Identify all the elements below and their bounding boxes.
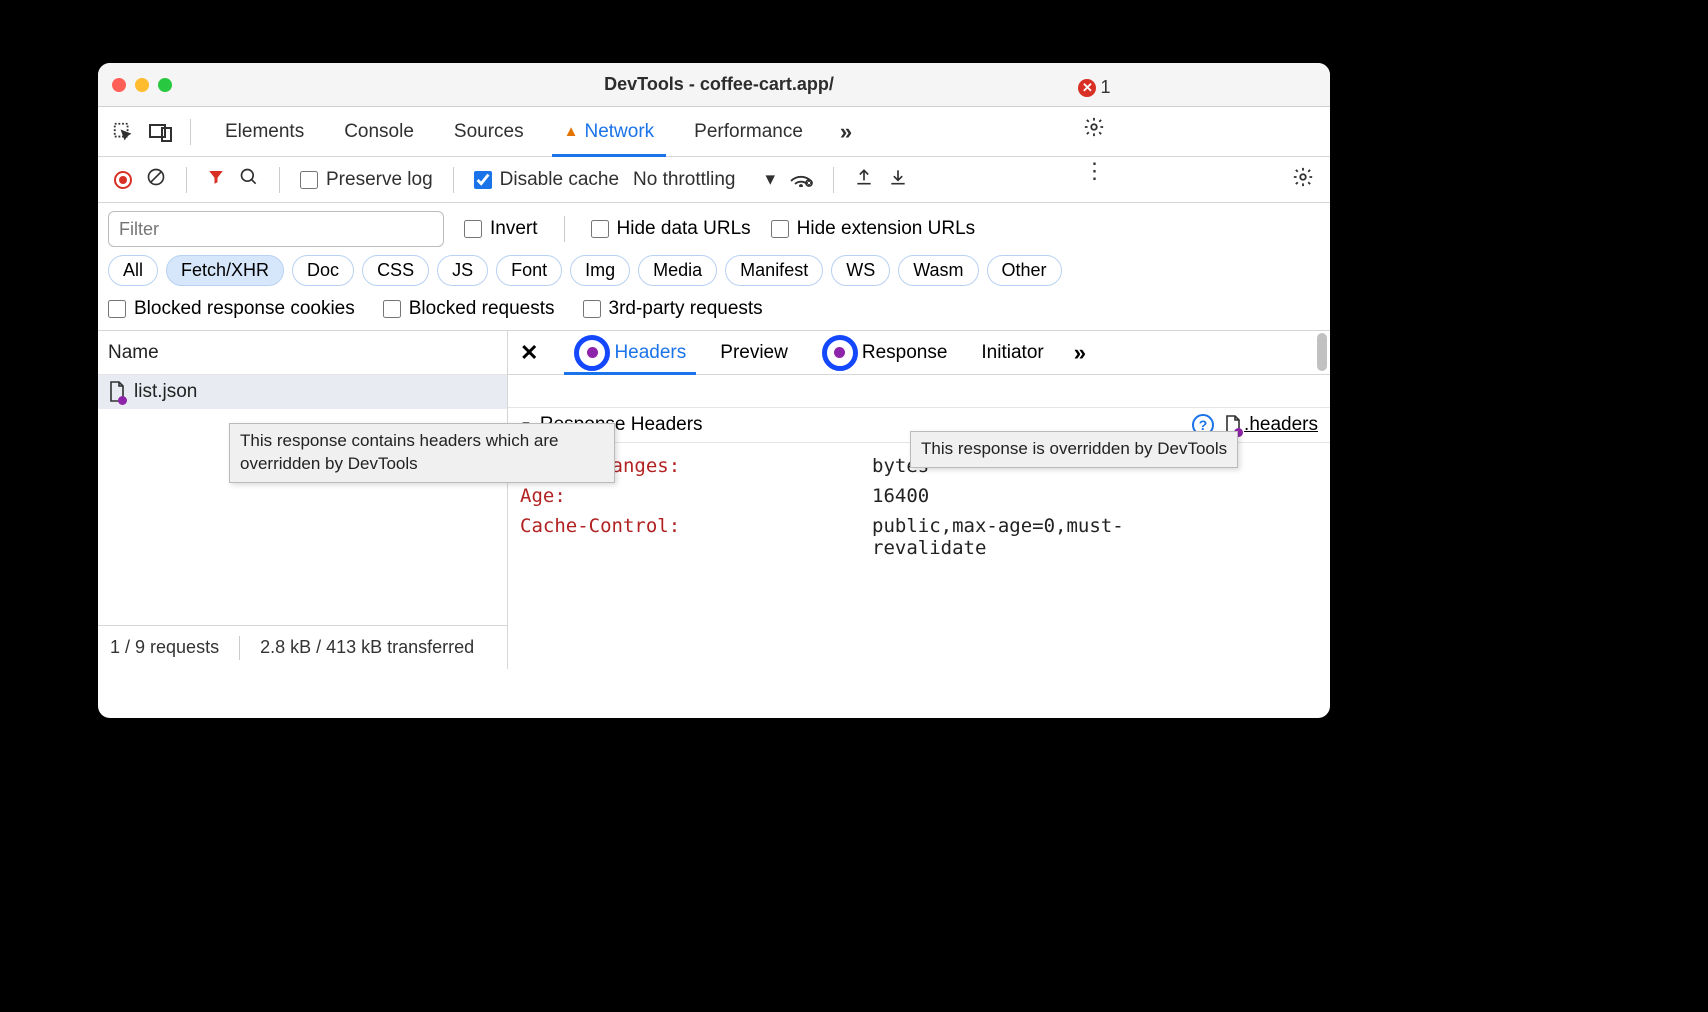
hide-extension-urls-checkbox[interactable]: Hide extension URLs (771, 218, 975, 240)
tab-elements[interactable]: Elements (205, 107, 324, 156)
devtools-window: DevTools - coffee-cart.app/ Elements Con… (98, 63, 1330, 718)
invert-checkbox[interactable]: Invert (464, 218, 538, 240)
disable-cache-checkbox[interactable]: Disable cache (474, 169, 619, 191)
detail-tab-response[interactable]: Response (818, 331, 952, 374)
detail-tab-preview[interactable]: Preview (716, 331, 792, 374)
transfer-size: 2.8 kB / 413 kB transferred (260, 637, 474, 658)
pill-fetch-xhr[interactable]: Fetch/XHR (166, 255, 284, 286)
more-tabs-icon[interactable]: » (831, 117, 861, 147)
tab-sources[interactable]: Sources (434, 107, 544, 156)
scrollbar-thumb[interactable] (1317, 333, 1327, 371)
override-indicator-icon (822, 335, 858, 371)
pill-doc[interactable]: Doc (292, 255, 354, 286)
column-header-name[interactable]: Name (98, 331, 507, 375)
header-key: Cache-Control: (520, 515, 872, 559)
main-tabbar: Elements Console Sources ▲Network Perfor… (98, 107, 1330, 157)
window-controls (112, 78, 172, 92)
blocked-cookies-checkbox[interactable]: Blocked response cookies (108, 298, 355, 320)
header-row: Cache-Control: public,max-age=0,must-rev… (520, 511, 1318, 563)
network-conditions-icon[interactable] (789, 167, 813, 193)
tab-performance[interactable]: Performance (674, 107, 823, 156)
pill-font[interactable]: Font (496, 255, 562, 286)
kebab-menu-icon[interactable]: ⋮ (1079, 156, 1109, 186)
more-filters-row: Blocked response cookies Blocked request… (98, 294, 1330, 331)
request-count: 1 / 9 requests (110, 637, 219, 658)
override-dot-icon (118, 396, 127, 405)
close-window-icon[interactable] (112, 78, 126, 92)
minimize-window-icon[interactable] (135, 78, 149, 92)
pill-other[interactable]: Other (987, 255, 1062, 286)
request-list-pane: Name list.json 1 / 9 requests 2.8 kB / 4… (98, 331, 508, 669)
search-icon[interactable] (239, 167, 259, 193)
request-name: list.json (134, 381, 197, 403)
hide-data-urls-checkbox[interactable]: Hide data URLs (591, 218, 751, 240)
pill-js[interactable]: JS (437, 255, 488, 286)
error-count[interactable]: ✕ 1 (1078, 77, 1110, 98)
error-icon: ✕ (1078, 79, 1096, 97)
record-icon[interactable] (114, 171, 132, 189)
blocked-requests-checkbox[interactable]: Blocked requests (383, 298, 555, 320)
pill-all[interactable]: All (108, 255, 158, 286)
status-bar: 1 / 9 requests 2.8 kB / 413 kB transferr… (98, 625, 507, 669)
filter-bar: Invert Hide data URLs Hide extension URL… (98, 203, 1330, 251)
detail-tabs: ✕ Headers Preview Response Initiator » (508, 331, 1330, 375)
pill-css[interactable]: CSS (362, 255, 429, 286)
type-filter-row: All Fetch/XHR Doc CSS JS Font Img Media … (98, 251, 1330, 294)
request-row[interactable]: list.json (98, 375, 507, 409)
header-key: Age: (520, 485, 872, 507)
filter-funnel-icon[interactable] (207, 168, 225, 191)
close-detail-icon[interactable]: ✕ (520, 340, 538, 366)
filter-input[interactable] (108, 211, 444, 247)
clear-icon[interactable] (146, 167, 166, 193)
header-row: Age: 16400 (520, 481, 1318, 511)
header-value: 16400 (872, 485, 929, 507)
tooltip-response-override: This response is overridden by DevTools (910, 431, 1238, 468)
more-detail-tabs-icon[interactable]: » (1074, 340, 1086, 366)
tab-console[interactable]: Console (324, 107, 434, 156)
throttling-select[interactable]: No throttling▾ (633, 168, 775, 191)
device-toolbar-icon[interactable] (146, 117, 176, 147)
pill-img[interactable]: Img (570, 255, 630, 286)
pill-wasm[interactable]: Wasm (898, 255, 978, 286)
request-detail-pane: ✕ Headers Preview Response Initiator » ▼… (508, 331, 1330, 669)
detail-tab-headers[interactable]: Headers (570, 331, 690, 374)
pill-media[interactable]: Media (638, 255, 717, 286)
pill-ws[interactable]: WS (831, 255, 890, 286)
third-party-checkbox[interactable]: 3rd-party requests (583, 298, 763, 320)
header-value: public,max-age=0,must-revalidate (872, 515, 1192, 559)
override-indicator-icon (574, 335, 610, 371)
detail-tab-initiator[interactable]: Initiator (977, 331, 1047, 374)
tooltip-headers-override: This response contains headers which are… (229, 423, 615, 483)
pill-manifest[interactable]: Manifest (725, 255, 823, 286)
zoom-window-icon[interactable] (158, 78, 172, 92)
inspect-element-icon[interactable] (108, 117, 138, 147)
network-content: Name list.json 1 / 9 requests 2.8 kB / 4… (98, 331, 1330, 669)
preserve-log-checkbox[interactable]: Preserve log (300, 169, 433, 191)
warning-icon: ▲ (564, 123, 579, 140)
tab-network[interactable]: ▲Network (544, 107, 675, 156)
settings-gear-icon[interactable] (1079, 112, 1109, 142)
file-icon (108, 381, 126, 403)
